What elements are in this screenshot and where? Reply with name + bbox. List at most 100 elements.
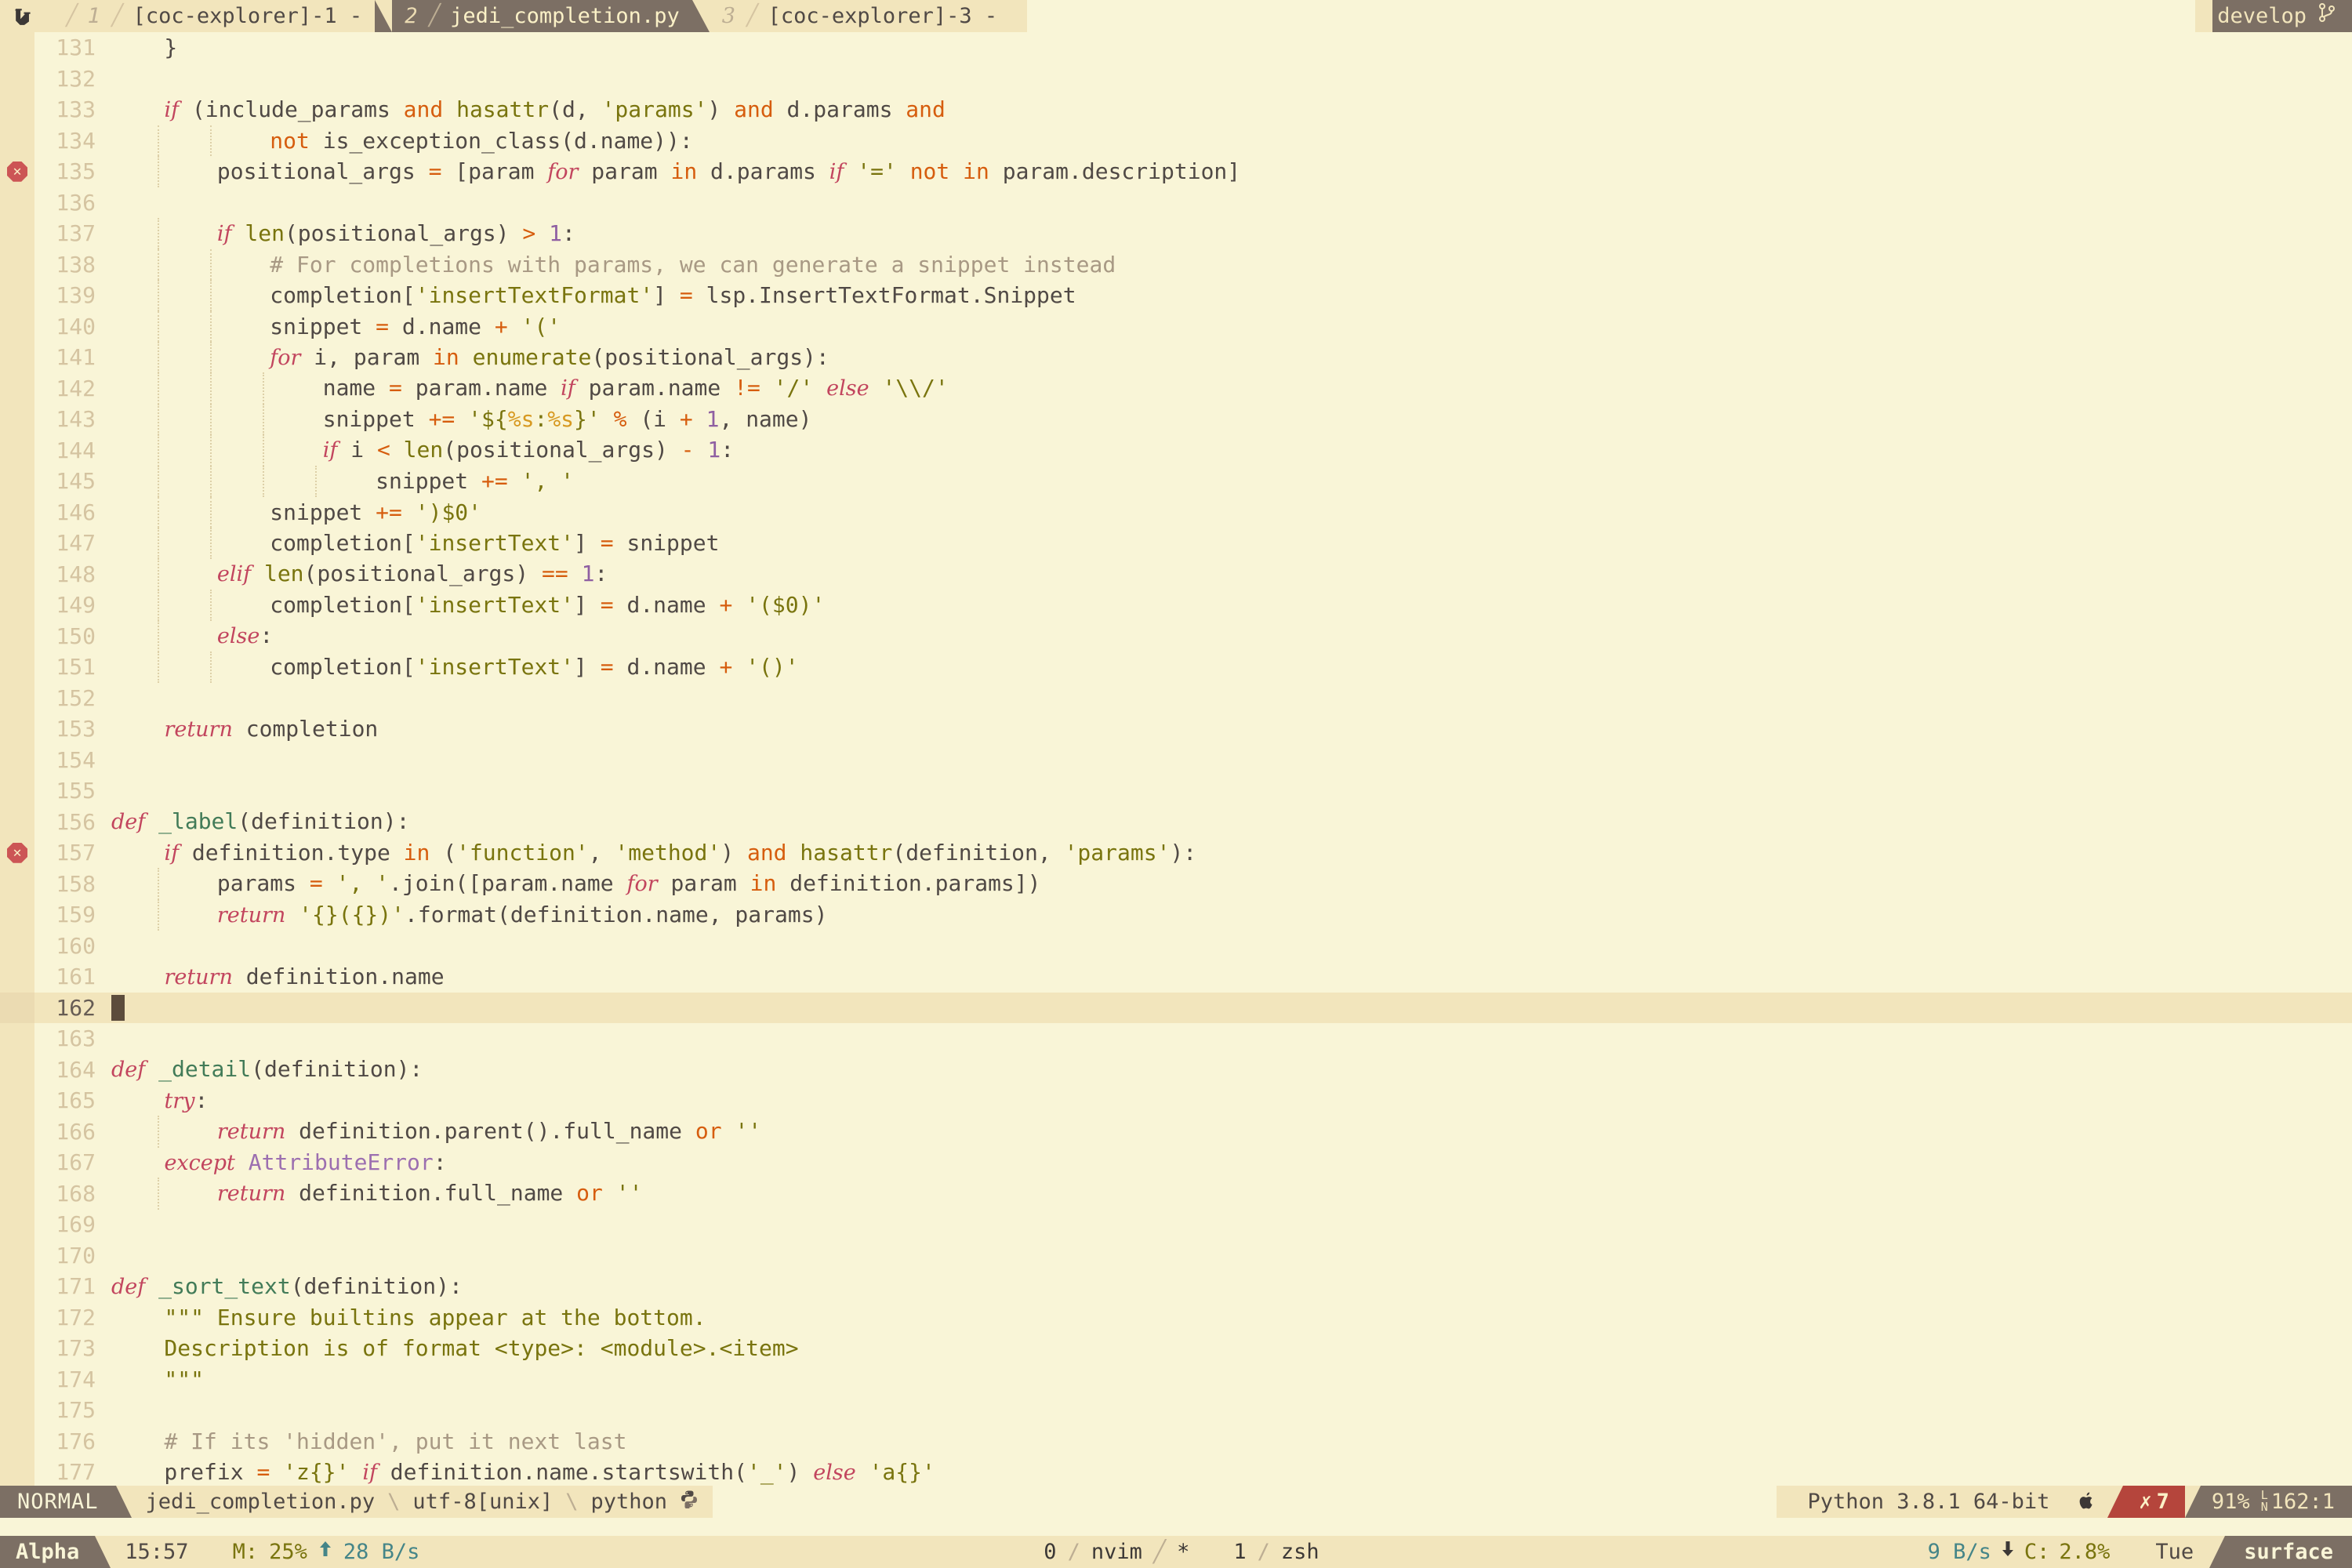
code-text[interactable]: """ Ensure builtins appear at the bottom…	[108, 1302, 2352, 1334]
code-text[interactable]: name = param.name if param.name != '/' e…	[108, 372, 2352, 405]
code-line[interactable]: 176 # If its 'hidden', put it next last	[0, 1425, 2352, 1457]
code-text[interactable]: """	[108, 1364, 2352, 1396]
code-text[interactable]: except AttributeError:	[108, 1147, 2352, 1179]
code-line[interactable]: 146 snippet += ')$0'	[0, 496, 2352, 528]
code-line[interactable]: 164 def _detail(definition):	[0, 1054, 2352, 1086]
code-line[interactable]: 147 completion['insertText'] = snippet	[0, 528, 2352, 559]
code-line[interactable]: 131 }	[0, 32, 2352, 64]
code-line[interactable]: ✕ 135 positional_args = [param for param …	[0, 155, 2352, 187]
code-line[interactable]: 160	[0, 930, 2352, 961]
editor-buffer[interactable]: 131 } 132 133 if (include_params and hasat…	[0, 32, 2352, 1486]
token-kw: elif	[216, 562, 252, 586]
code-line[interactable]: 169	[0, 1209, 2352, 1240]
code-text[interactable]: return definition.parent().full_name or …	[108, 1116, 2352, 1148]
code-text[interactable]: params = ', '.join([param.name for param…	[108, 868, 2352, 900]
code-line[interactable]: 168 return definition.full_name or ''	[0, 1178, 2352, 1210]
statusline-error-count[interactable]: ✗ 7	[2123, 1485, 2185, 1518]
code-text[interactable]: # If its 'hidden', put it next last	[108, 1426, 2352, 1457]
code-text[interactable]: positional_args = [param for param in d.…	[108, 155, 2352, 187]
code-line[interactable]: 152	[0, 682, 2352, 713]
line-number: 141	[56, 344, 96, 370]
code-line[interactable]: 162	[0, 992, 2352, 1024]
code-line[interactable]: 171 def _sort_text(definition):	[0, 1271, 2352, 1302]
code-text[interactable]: }	[108, 32, 2352, 64]
code-line[interactable]: 136	[0, 187, 2352, 218]
code-text[interactable]: # For completions with params, we can ge…	[108, 249, 2352, 280]
code-text[interactable]: def _sort_text(definition):	[108, 1271, 2352, 1303]
code-text[interactable]: prefix = 'z{}' if definition.name.starts…	[108, 1457, 2352, 1486]
code-line[interactable]: 144 if i < len(positional_args) - 1:	[0, 434, 2352, 466]
code-line[interactable]: 137 if len(positional_args) > 1:	[0, 217, 2352, 249]
code-line[interactable]: 155	[0, 775, 2352, 807]
code-text[interactable]: return definition.full_name or ''	[108, 1178, 2352, 1210]
code-text[interactable]: return '{}({})'.format(definition.name, …	[108, 898, 2352, 931]
code-text[interactable]: def _detail(definition):	[108, 1054, 2352, 1086]
code-line[interactable]: 141 for i, param in enumerate(positional…	[0, 341, 2352, 373]
tab-coc-explorer-1[interactable]: ╱ 1 ╱ [coc-explorer]-1 -	[44, 0, 376, 32]
code-line[interactable]: 177 prefix = 'z{}' if definition.name.st…	[0, 1457, 2352, 1486]
code-text[interactable]: return completion	[108, 713, 2352, 746]
code-text[interactable]: snippet += '${%s:%s}' % (i + 1, name)	[108, 404, 2352, 435]
code-line[interactable]: 151 completion['insertText'] = d.name + …	[0, 652, 2352, 683]
statusline-scroll-percent: 91%	[2211, 1489, 2250, 1514]
code-line[interactable]: 166 return definition.parent().full_name…	[0, 1116, 2352, 1148]
tmux-window-0[interactable]: 0 / nvim ╱ *	[1029, 1536, 1204, 1568]
code-text[interactable]: completion['insertTextFormat'] = lsp.Ins…	[108, 280, 2352, 311]
code-text[interactable]: def _label(definition):	[108, 806, 2352, 838]
code-line[interactable]: 138 # For completions with params, we ca…	[0, 249, 2352, 280]
token-pln: prefix	[111, 1458, 257, 1485]
code-line[interactable]: 172 """ Ensure builtins appear at the bo…	[0, 1301, 2352, 1334]
code-line[interactable]: 163	[0, 1023, 2352, 1054]
code-line[interactable]: 156 def _label(definition):	[0, 806, 2352, 838]
code-line[interactable]: 150 else:	[0, 620, 2352, 652]
code-line[interactable]: 165 try:	[0, 1085, 2352, 1116]
code-text[interactable]: snippet = d.name + '('	[108, 310, 2352, 342]
code-line[interactable]: 139 completion['insertTextFormat'] = lsp…	[0, 280, 2352, 311]
code-text[interactable]: elif len(positional_args) == 1:	[108, 558, 2352, 590]
code-line[interactable]: 132	[0, 63, 2352, 94]
code-line[interactable]: 145 snippet += ', '	[0, 466, 2352, 497]
code-line[interactable]: 175	[0, 1395, 2352, 1426]
tmux-window-1[interactable]: 1 / zsh	[1219, 1536, 1334, 1568]
token-op: =	[600, 592, 614, 618]
code-line[interactable]: 133 if (include_params and hasattr(d, 'p…	[0, 94, 2352, 125]
tab-coc-explorer-3[interactable]: 3 ╱ [coc-explorer]-3 -	[709, 0, 1011, 32]
tab-jedi-completion-py[interactable]: 2 ╱ jedi_completion.py	[392, 0, 692, 32]
code-text[interactable]: snippet += ')$0'	[108, 496, 2352, 528]
code-line[interactable]: 140 snippet = d.name + '('	[0, 310, 2352, 342]
code-text[interactable]: return definition.name	[108, 961, 2352, 993]
code-line[interactable]: 143 snippet += '${%s:%s}' % (i + 1, name…	[0, 404, 2352, 435]
code-line[interactable]: 149 completion['insertText'] = d.name + …	[0, 590, 2352, 621]
code-line[interactable]: 158 params = ', '.join([param.name for p…	[0, 868, 2352, 900]
code-text[interactable]: if i < len(positional_args) - 1:	[108, 434, 2352, 466]
code-text[interactable]: if definition.type in ('function', 'meth…	[108, 837, 2352, 869]
tmux-session-name[interactable]: Alpha	[0, 1536, 96, 1568]
code-text[interactable]: completion['insertText'] = snippet	[108, 528, 2352, 559]
code-line[interactable]: 159 return '{}({})'.format(definition.na…	[0, 898, 2352, 931]
code-line[interactable]: 174 """	[0, 1363, 2352, 1396]
code-text[interactable]	[108, 993, 2352, 1024]
code-line[interactable]: 148 elif len(positional_args) == 1:	[0, 558, 2352, 590]
code-text[interactable]: for i, param in enumerate(positional_arg…	[108, 341, 2352, 373]
line-number: 136	[56, 189, 96, 216]
git-branch-indicator[interactable]: develop	[2212, 0, 2352, 32]
code-line[interactable]: 134 not is_exception_class(d.name)):	[0, 125, 2352, 156]
code-line[interactable]: 142 name = param.name if param.name != '…	[0, 372, 2352, 405]
code-text[interactable]: Description is of format <type>: <module…	[108, 1333, 2352, 1364]
code-line[interactable]: 173 Description is of format <type>: <mo…	[0, 1333, 2352, 1364]
code-text[interactable]: snippet += ', '	[108, 466, 2352, 497]
code-text[interactable]: not is_exception_class(d.name)):	[108, 125, 2352, 156]
code-line[interactable]: ✕ 157 if definition.type in ('function', …	[0, 837, 2352, 869]
code-text[interactable]: if (include_params and hasattr(d, 'param…	[108, 94, 2352, 126]
code-line[interactable]: 161 return definition.name	[0, 961, 2352, 993]
code-line[interactable]: 153 return completion	[0, 713, 2352, 745]
code-text[interactable]: if len(positional_args) > 1:	[108, 217, 2352, 249]
code-text[interactable]: try:	[108, 1085, 2352, 1117]
code-text[interactable]: completion['insertText'] = d.name + '($0…	[108, 590, 2352, 621]
code-line[interactable]: 167 except AttributeError:	[0, 1147, 2352, 1178]
tmux-mem-value: 25%	[269, 1540, 307, 1564]
code-line[interactable]: 170	[0, 1240, 2352, 1271]
code-text[interactable]: completion['insertText'] = d.name + '()'	[108, 652, 2352, 683]
code-line[interactable]: 154	[0, 744, 2352, 775]
code-text[interactable]: else:	[108, 620, 2352, 652]
